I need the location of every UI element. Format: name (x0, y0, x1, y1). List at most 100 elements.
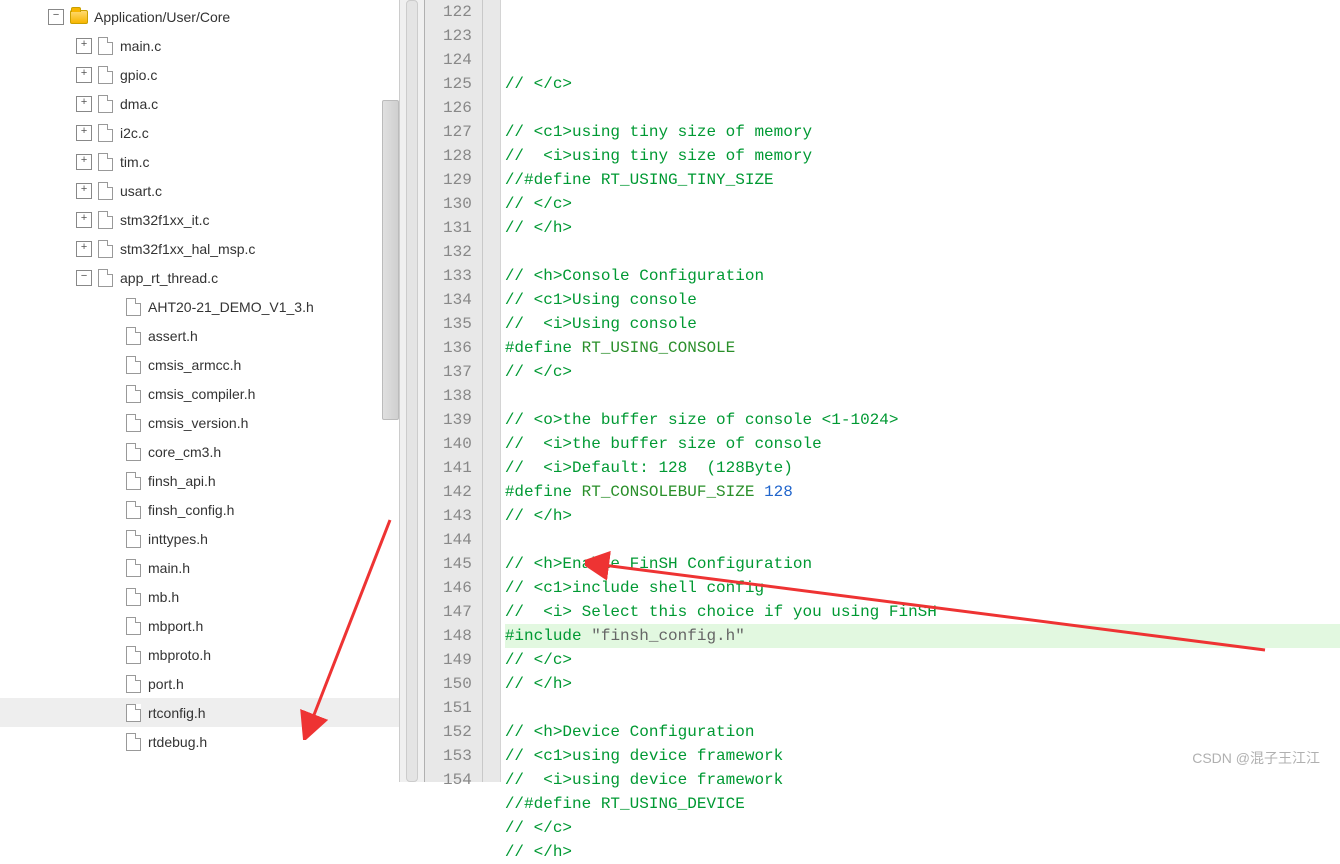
tree-header-core_cm3-h[interactable]: core_cm3.h (0, 437, 399, 466)
code-line[interactable]: // <c1>include shell config (505, 576, 1340, 600)
tree-header-finsh_api-h[interactable]: finsh_api.h (0, 466, 399, 495)
tree-folder-root[interactable]: −Application/User/Core (0, 2, 399, 31)
tree-toggle-icon[interactable]: + (76, 212, 92, 228)
tree-header-mbproto-h[interactable]: mbproto.h (0, 640, 399, 669)
code-line[interactable]: // <o>the buffer size of console <1-1024… (505, 408, 1340, 432)
tree-file-stm32f1xx_it-c[interactable]: +stm32f1xx_it.c (0, 205, 399, 234)
splitter[interactable] (400, 0, 425, 782)
code-line[interactable]: // <i> Select this choice if you using F… (505, 600, 1340, 624)
line-number: 122 (443, 0, 472, 24)
tree-toggle-icon[interactable]: + (76, 125, 92, 141)
code-line[interactable]: //#define RT_USING_TINY_SIZE (505, 168, 1340, 192)
file-icon (126, 646, 141, 664)
code-line[interactable]: // <h>Device Configuration (505, 720, 1340, 744)
line-number: 143 (443, 504, 472, 528)
code-line[interactable]: // <c1>using tiny size of memory (505, 120, 1340, 144)
code-line[interactable]: // </c> (505, 72, 1340, 96)
code-line[interactable] (505, 528, 1340, 552)
tree-item-label: dma.c (120, 96, 158, 112)
tree-item-label: tim.c (120, 154, 150, 170)
file-icon (126, 298, 141, 316)
tree-item-label: mb.h (148, 589, 179, 605)
code-line[interactable]: // <c1>Using console (505, 288, 1340, 312)
code-line[interactable]: // </h> (505, 672, 1340, 696)
code-line[interactable]: // </c> (505, 816, 1340, 840)
tree-file-tim-c[interactable]: + tim.c (0, 147, 399, 176)
line-number: 130 (443, 192, 472, 216)
code-line[interactable]: // <i>Default: 128 (128Byte) (505, 456, 1340, 480)
line-number: 133 (443, 264, 472, 288)
code-line[interactable]: #define RT_CONSOLEBUF_SIZE 128 (505, 480, 1340, 504)
code-line[interactable] (505, 384, 1340, 408)
tree-header-finsh_config-h[interactable]: finsh_config.h (0, 495, 399, 524)
tree-file-stm32f1xx_hal_msp-c[interactable]: +stm32f1xx_hal_msp.c (0, 234, 399, 263)
tree-item-label: mbproto.h (148, 647, 211, 663)
tree-header-assert-h[interactable]: assert.h (0, 321, 399, 350)
tree-item-label: finsh_config.h (148, 502, 234, 518)
tree-toggle-icon[interactable]: − (48, 9, 64, 25)
tree-file-gpio-c[interactable]: +gpio.c (0, 60, 399, 89)
tree-toggle-icon[interactable]: + (76, 96, 92, 112)
tree-toggle-icon[interactable]: + (76, 241, 92, 257)
code-line[interactable]: // </h> (505, 216, 1340, 240)
code-line[interactable]: // <h>Console Configuration (505, 264, 1340, 288)
code-line[interactable] (505, 240, 1340, 264)
line-number: 139 (443, 408, 472, 432)
line-number: 142 (443, 480, 472, 504)
line-number: 144 (443, 528, 472, 552)
code-editor[interactable]: 1221231241251261271281291301311321331341… (425, 0, 1340, 782)
code-line[interactable]: // <i>the buffer size of console (505, 432, 1340, 456)
code-line[interactable]: // <h>Enable FinSH Configuration (505, 552, 1340, 576)
tree-header-rtconfig-h[interactable]: rtconfig.h (0, 698, 399, 727)
tree-header-cmsis_armcc-h[interactable]: cmsis_armcc.h (0, 350, 399, 379)
code-line[interactable]: // <i>using tiny size of memory (505, 144, 1340, 168)
code-line[interactable]: // </c> (505, 648, 1340, 672)
code-line[interactable]: // </h> (505, 840, 1340, 864)
code-line[interactable]: // </c> (505, 192, 1340, 216)
code-line[interactable]: #define RT_USING_CONSOLE (505, 336, 1340, 360)
code-line[interactable]: // </c> (505, 360, 1340, 384)
tree-toggle-icon[interactable]: + (76, 183, 92, 199)
code-line[interactable]: // <i>using device framework (505, 768, 1340, 792)
file-icon (98, 66, 113, 84)
tree-item-label: cmsis_version.h (148, 415, 248, 431)
line-number: 151 (443, 696, 472, 720)
tree-file-main-c[interactable]: + main.c (0, 31, 399, 60)
code-line[interactable] (505, 96, 1340, 120)
tree-file-i2c-c[interactable]: +i2c.c (0, 118, 399, 147)
line-number: 132 (443, 240, 472, 264)
sidebar-scrollbar[interactable] (382, 100, 399, 420)
tree-header-mbport-h[interactable]: mbport.h (0, 611, 399, 640)
code-line[interactable]: #include "finsh_config.h" (505, 624, 1340, 648)
code-line[interactable] (505, 696, 1340, 720)
tree-header-AHT20-21_DEMO_V1_3-h[interactable]: AHT20-21_DEMO_V1_3.h (0, 292, 399, 321)
tree-toggle-icon[interactable]: + (76, 67, 92, 83)
tree-header-cmsis_version-h[interactable]: cmsis_version.h (0, 408, 399, 437)
line-number: 128 (443, 144, 472, 168)
tree-header-rtdebug-h[interactable]: rtdebug.h (0, 727, 399, 756)
code-line[interactable]: // <i>Using console (505, 312, 1340, 336)
tree-header-mb-h[interactable]: mb.h (0, 582, 399, 611)
project-tree-sidebar[interactable]: −Application/User/Core+main.c+gpio.c+dma… (0, 0, 400, 782)
tree-item-label: mbport.h (148, 618, 203, 634)
line-number: 146 (443, 576, 472, 600)
tree-file-app_rt_thread-c[interactable]: −app_rt_thread.c (0, 263, 399, 292)
tree-header-port-h[interactable]: port.h (0, 669, 399, 698)
file-icon (126, 356, 141, 374)
file-icon (126, 385, 141, 403)
line-number: 147 (443, 600, 472, 624)
tree-item-label: main.c (120, 38, 161, 54)
tree-file-dma-c[interactable]: + dma.c (0, 89, 399, 118)
code-area[interactable]: // </c> // <c1>using tiny size of memory… (483, 0, 1340, 782)
code-line[interactable]: // </h> (505, 504, 1340, 528)
line-number-gutter: 1221231241251261271281291301311321331341… (425, 0, 483, 782)
tree-toggle-icon[interactable]: + (76, 154, 92, 170)
tree-toggle-icon[interactable]: + (76, 38, 92, 54)
tree-header-main-h[interactable]: main.h (0, 553, 399, 582)
tree-header-inttypes-h[interactable]: inttypes.h (0, 524, 399, 553)
tree-file-usart-c[interactable]: +usart.c (0, 176, 399, 205)
line-number: 138 (443, 384, 472, 408)
tree-toggle-icon[interactable]: − (76, 270, 92, 286)
tree-header-cmsis_compiler-h[interactable]: cmsis_compiler.h (0, 379, 399, 408)
code-line[interactable]: //#define RT_USING_DEVICE (505, 792, 1340, 816)
